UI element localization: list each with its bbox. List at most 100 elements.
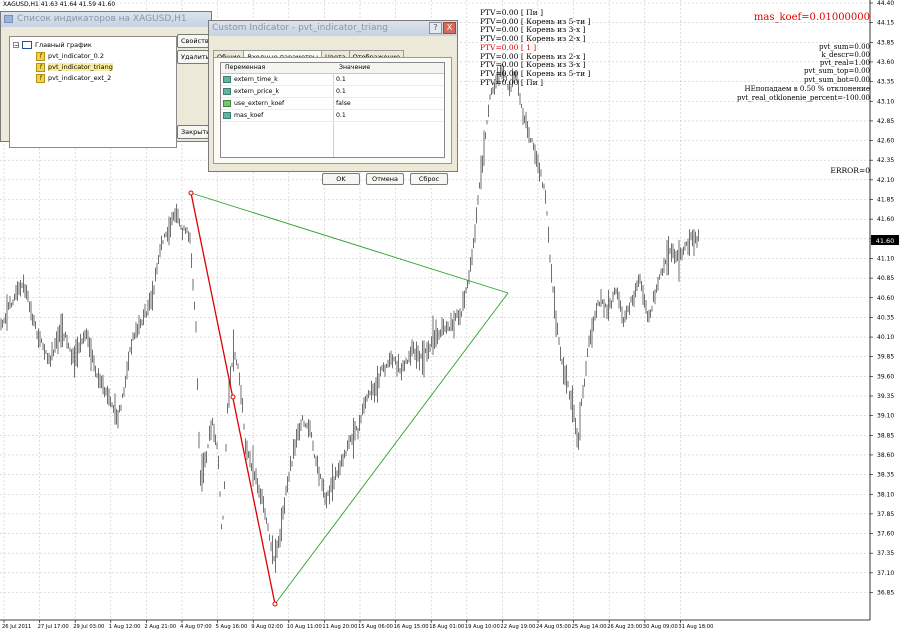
- parameters-header: Переменная Значение: [221, 63, 444, 74]
- chart-window-icon: [22, 41, 32, 49]
- param-row[interactable]: extern_time_k 0.1: [221, 74, 444, 86]
- price-tick-label: 40.10: [877, 334, 894, 341]
- tree-root[interactable]: − Главный график: [13, 40, 92, 50]
- time-tick-label: 1 Aug 12:00: [109, 624, 141, 630]
- price-tick-label: 41.60: [877, 216, 894, 223]
- time-tick-label: 11 Aug 20:00: [322, 624, 357, 630]
- anchor-point: [189, 191, 193, 195]
- price-tick-label: 44.40: [877, 0, 894, 7]
- anchor-point: [273, 602, 277, 606]
- reset-button[interactable]: Сброс: [410, 173, 448, 185]
- price-tick-label: 43.60: [877, 59, 894, 66]
- chart-title: XAGUSD,H1 41.63 41.64 41.59 41.60: [3, 1, 115, 8]
- price-tick-label: 38.85: [877, 432, 894, 439]
- time-tick-label: 30 Aug 09:00: [643, 624, 678, 630]
- param-row[interactable]: mas_koef 0.1: [221, 110, 444, 122]
- price-tick-label: 37.35: [877, 550, 894, 557]
- custom-indicator-dialog: Custom Indicator - pvt_indicator_triang …: [208, 20, 458, 172]
- time-tick-label: 16 Aug 15:00: [394, 624, 429, 630]
- close-icon[interactable]: X: [443, 22, 456, 34]
- param-name: mas_koef: [234, 110, 263, 121]
- number-param-icon: [223, 88, 231, 95]
- delete-button[interactable]: Удалить: [177, 50, 209, 64]
- tree-root-label: Главный график: [35, 41, 92, 49]
- price-tick-label: 42.35: [877, 157, 894, 164]
- price-tick-label: 43.85: [877, 39, 894, 46]
- price-tick-label: 42.60: [877, 138, 894, 145]
- price-tick-label: 37.60: [877, 531, 894, 538]
- help-icon[interactable]: ?: [429, 22, 442, 34]
- tree-item-pvt-indicator-0-2[interactable]: fpvt_indicator_0.2: [36, 51, 104, 61]
- indicator-icon: f: [36, 52, 45, 61]
- tree-item-pvt-indicator-triang[interactable]: fpvt_indicator_triang: [36, 62, 113, 72]
- time-tick-label: 2 Aug 21:00: [144, 624, 176, 630]
- dialog-titlebar[interactable]: Custom Indicator - pvt_indicator_triang …: [209, 21, 457, 36]
- error-label: ERROR=0: [830, 166, 870, 175]
- number-param-icon: [223, 112, 231, 119]
- ptv-line: PTV=0.00 [ Корень из 5-ти ]: [480, 70, 590, 78]
- param-value[interactable]: 0.1: [336, 74, 346, 85]
- indicator-icon: f: [36, 63, 45, 72]
- column-header-variable: Переменная: [225, 63, 265, 73]
- tree-item-pvt-indicator-ext-2[interactable]: fpvt_indicator_ext_2: [36, 73, 111, 83]
- stat-line: pvt_real_otklonenie_percent=-100.00: [737, 94, 870, 102]
- time-tick-label: 9 Aug 02:00: [251, 624, 283, 630]
- price-tick-label: 39.85: [877, 354, 894, 361]
- price-tick-label: 44.15: [877, 20, 894, 27]
- anchor-point: [231, 395, 235, 399]
- time-tick-label: 29 Jul 03:00: [73, 624, 104, 630]
- price-tick-label: 38.10: [877, 491, 894, 498]
- price-tick-label: 41.85: [877, 197, 894, 204]
- time-tick-label: 26 Jul 2011: [2, 624, 31, 630]
- ptv-line: PTV=0.00 [ Корень из 3-х ]: [480, 61, 586, 69]
- price-tick-label: 37.10: [877, 570, 894, 577]
- time-tick-label: 22 Aug 19:00: [500, 624, 535, 630]
- param-value[interactable]: false: [336, 98, 351, 109]
- param-row[interactable]: extern_price_k 0.1: [221, 86, 444, 98]
- ptv-line: PTV=0.00 [ Пи ]: [480, 9, 543, 17]
- tree-item-label: pvt_indicator_triang: [48, 63, 113, 71]
- price-tick-label: 40.60: [877, 295, 894, 302]
- indicator-tree[interactable]: −Главный график fpvt_indicator_0.2 fpvt_…: [9, 36, 177, 148]
- time-tick-label: 19 Aug 10:00: [465, 624, 500, 630]
- properties-button[interactable]: Свойства: [177, 34, 209, 48]
- price-tick-label: 41.10: [877, 255, 894, 262]
- stat-line: pvt_real=1.00: [820, 59, 870, 67]
- price-tick-label: 40.35: [877, 314, 894, 321]
- indicator-list-titlebar[interactable]: Список индикаторов на XAGUSD,H1: [1, 12, 211, 27]
- param-name: extern_time_k: [234, 74, 278, 85]
- dialog-tabs: ОбщиеВходные параметрыЦветаОтображение: [213, 44, 403, 57]
- price-tick-label: 37.85: [877, 511, 894, 518]
- price-tick-label: 36.85: [877, 590, 894, 597]
- tree-item-label: pvt_indicator_0.2: [48, 52, 104, 60]
- price-tick-label: 39.10: [877, 413, 894, 420]
- ptv-line: PTV=0.00 [ Пи ]: [480, 79, 543, 87]
- time-tick-label: 26 Aug 23:00: [607, 624, 642, 630]
- param-row[interactable]: use_extern_koef false: [221, 98, 444, 110]
- ok-button[interactable]: OK: [322, 173, 360, 185]
- cancel-button[interactable]: Отмена: [366, 173, 404, 185]
- price-tick-label: 38.35: [877, 472, 894, 479]
- ptv-line: PTV=0.00 [ 1 ]: [480, 44, 536, 52]
- collapse-icon[interactable]: −: [13, 42, 19, 48]
- time-tick-label: 24 Aug 05:00: [536, 624, 571, 630]
- boolean-param-icon: [223, 100, 231, 107]
- parameters-table: Переменная Значение extern_time_k 0.1 ex…: [220, 62, 445, 158]
- close-list-button[interactable]: Закрыть: [177, 125, 209, 139]
- param-value[interactable]: 0.1: [336, 110, 346, 121]
- price-tick-label: 40.85: [877, 275, 894, 282]
- time-tick-label: 31 Aug 18:00: [678, 624, 713, 630]
- param-name: use_extern_koef: [234, 98, 284, 109]
- stat-line: pvt_sum_top=0.00: [804, 67, 870, 75]
- time-tick-label: 5 Aug 16:00: [216, 624, 248, 630]
- indicator-list-window: Список индикаторов на XAGUSD,H1 − Главный…: [0, 11, 212, 142]
- stat-line: pvt_sum=0.00: [819, 43, 870, 51]
- price-tick-label: 39.60: [877, 373, 894, 380]
- price-tick-label: 43.10: [877, 98, 894, 105]
- price-tick-label: 42.10: [877, 177, 894, 184]
- inputs-panel: Переменная Значение extern_time_k 0.1 ex…: [213, 57, 452, 164]
- price-tick-label: 42.85: [877, 118, 894, 125]
- tree-item-label: pvt_indicator_ext_2: [48, 74, 111, 82]
- time-tick-label: 27 Jul 17:00: [38, 624, 69, 630]
- param-value[interactable]: 0.1: [336, 86, 346, 97]
